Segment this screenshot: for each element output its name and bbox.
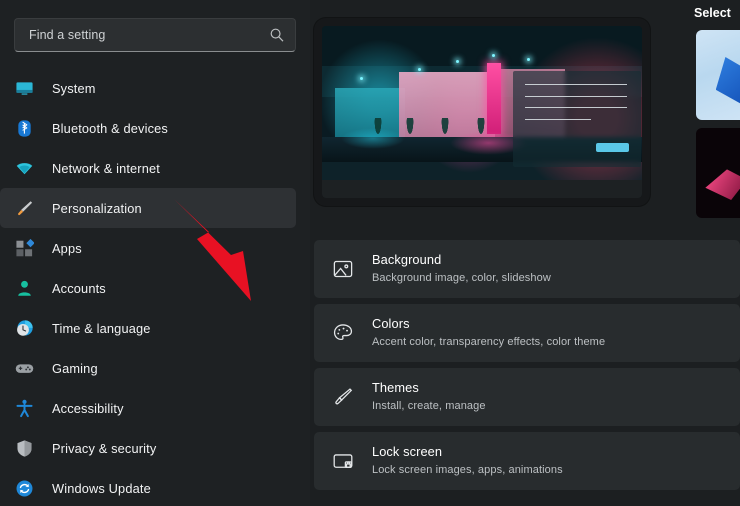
mock-line — [524, 107, 627, 109]
lock-screen-icon — [330, 448, 356, 474]
theme-thumbnail-bloom[interactable] — [696, 30, 740, 120]
accessibility-icon — [14, 398, 34, 418]
preview-mock-window — [513, 70, 641, 168]
sidebar-item-system[interactable]: System — [0, 68, 296, 108]
preview-area — [310, 0, 740, 206]
settings-card-background[interactable]: Background Background image, color, slid… — [314, 240, 740, 298]
settings-card-themes[interactable]: Themes Install, create, manage — [314, 368, 740, 426]
sidebar-item-label: Windows Update — [52, 480, 151, 496]
settings-card-title: Colors — [372, 316, 410, 332]
settings-card-title: Themes — [372, 380, 419, 396]
settings-card-subtitle: Install, create, manage — [372, 400, 486, 413]
settings-card-title: Background — [372, 252, 442, 268]
wallpaper-palm — [475, 117, 486, 140]
theme-thumbnail-list — [688, 30, 740, 218]
wallpaper-lamp — [418, 67, 421, 71]
sidebar-item-label: Personalization — [52, 200, 142, 216]
monitor-icon — [14, 78, 34, 98]
wifi-icon — [14, 158, 34, 178]
sidebar-item-accounts[interactable]: Accounts — [0, 268, 296, 308]
paintbrush-icon — [14, 198, 34, 218]
sidebar-item-label: Gaming — [52, 360, 98, 376]
image-icon — [330, 256, 356, 282]
wallpaper-lamp — [360, 76, 364, 80]
palette-icon — [330, 320, 356, 346]
search-container: Find a setting — [0, 18, 310, 52]
theme-thumbnail-flow[interactable] — [696, 128, 740, 218]
wallpaper-palm — [405, 117, 416, 140]
theme-picker-panel: Select — [688, 0, 740, 230]
preview-screen — [322, 26, 642, 198]
wallpaper-lamp — [491, 53, 495, 57]
search-input[interactable]: Find a setting — [14, 18, 296, 52]
sidebar-item-label: Privacy & security — [52, 440, 157, 456]
settings-card-subtitle: Background image, color, slideshow — [372, 272, 551, 285]
sidebar-item-label: Bluetooth & devices — [52, 120, 168, 136]
settings-card-text: Colors Accent color, transparency effect… — [372, 315, 605, 350]
sidebar-item-label: Accessibility — [52, 400, 124, 416]
settings-card-subtitle: Lock screen images, apps, animations — [372, 464, 563, 477]
settings-card-text: Lock screen Lock screen images, apps, an… — [372, 443, 563, 478]
mock-accent-button — [596, 142, 630, 152]
wallpaper-lamp — [456, 59, 460, 63]
settings-card-colors[interactable]: Colors Accent color, transparency effect… — [314, 304, 740, 362]
wallpaper-palm — [373, 117, 384, 140]
sidebar-item-personalization[interactable]: Personalization — [0, 188, 296, 228]
brush-icon — [330, 384, 356, 410]
sidebar-item-apps[interactable]: Apps — [0, 228, 296, 268]
sidebar-item-time-language[interactable]: Time & language — [0, 308, 296, 348]
sidebar: Find a setting System Bluetooth & device… — [0, 0, 310, 506]
mock-line — [524, 84, 627, 86]
mock-line — [524, 118, 592, 120]
sidebar-item-label: Accounts — [52, 280, 106, 296]
update-icon — [14, 478, 34, 498]
sidebar-item-label: Network & internet — [52, 160, 160, 176]
shield-icon — [14, 438, 34, 458]
sidebar-item-accessibility[interactable]: Accessibility — [0, 388, 296, 428]
settings-window: Find a setting System Bluetooth & device… — [0, 0, 740, 506]
sidebar-item-windows-update[interactable]: Windows Update — [0, 468, 296, 506]
mock-line — [524, 95, 627, 97]
settings-card-subtitle: Accent color, transparency effects, colo… — [372, 336, 606, 349]
preview-taskbar — [322, 180, 642, 198]
sidebar-item-label: Apps — [52, 240, 82, 256]
theme-picker-title: Select — [694, 6, 731, 20]
apps-icon — [14, 238, 34, 258]
sidebar-item-privacy-security[interactable]: Privacy & security — [0, 428, 296, 468]
sidebar-item-label: System — [52, 80, 96, 96]
settings-card-lock-screen[interactable]: Lock screen Lock screen images, apps, an… — [314, 432, 740, 490]
desktop-preview[interactable] — [314, 18, 650, 206]
settings-card-list: Background Background image, color, slid… — [314, 240, 740, 496]
wallpaper-palm — [440, 117, 451, 140]
nav-list: System Bluetooth & devices Network & int… — [0, 68, 310, 506]
clock-icon — [14, 318, 34, 338]
settings-card-text: Themes Install, create, manage — [372, 379, 486, 414]
settings-card-text: Background Background image, color, slid… — [372, 251, 551, 286]
wallpaper-lamp — [526, 58, 530, 62]
main-content: Select Background Background image, colo… — [310, 0, 740, 506]
sidebar-item-bluetooth-devices[interactable]: Bluetooth & devices — [0, 108, 296, 148]
gamepad-icon — [14, 358, 34, 378]
sidebar-item-label: Time & language — [52, 320, 151, 336]
search-icon[interactable] — [269, 27, 285, 43]
wallpaper-neon-sign — [486, 62, 502, 134]
bluetooth-icon — [14, 118, 34, 138]
sidebar-item-network-internet[interactable]: Network & internet — [0, 148, 296, 188]
search-placeholder: Find a setting — [29, 28, 106, 42]
sidebar-item-gaming[interactable]: Gaming — [0, 348, 296, 388]
settings-card-title: Lock screen — [372, 444, 443, 460]
person-icon — [14, 278, 34, 298]
